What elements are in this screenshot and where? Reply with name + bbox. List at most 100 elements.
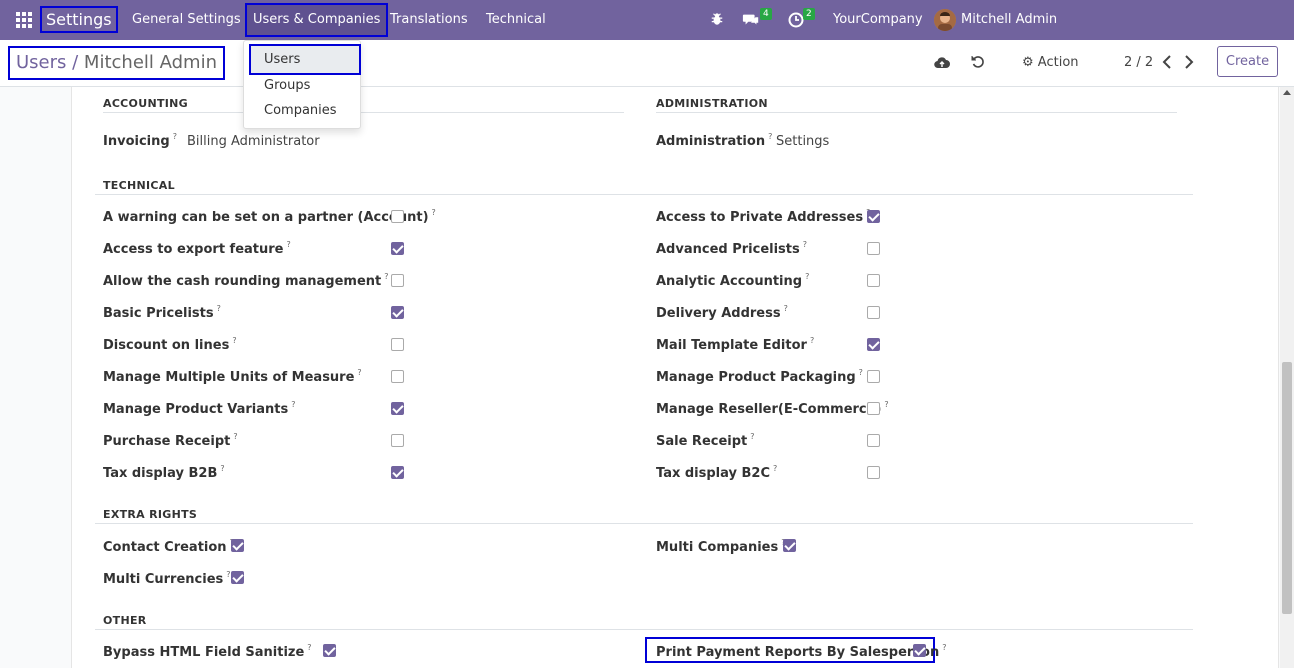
left-technical-checkbox[interactable] bbox=[391, 274, 404, 287]
multi-companies-checkbox[interactable] bbox=[783, 539, 796, 552]
right-technical-checkbox[interactable] bbox=[867, 434, 880, 447]
left-technical-checkbox[interactable] bbox=[391, 370, 404, 383]
menu-users-companies[interactable]: Users & Companies bbox=[245, 3, 389, 37]
activity-clock-icon[interactable] bbox=[788, 12, 804, 28]
divider bbox=[656, 112, 1177, 113]
chat-icon[interactable] bbox=[742, 12, 760, 28]
left-technical-checkbox[interactable] bbox=[391, 210, 404, 223]
company-switcher[interactable]: YourCompany bbox=[833, 0, 923, 40]
right-technical-checkbox[interactable] bbox=[867, 338, 880, 351]
activity-count-badge: 2 bbox=[803, 8, 815, 20]
breadcrumb: Users / Mitchell Admin bbox=[8, 46, 225, 80]
top-navbar: Settings General Settings Users & Compan… bbox=[0, 0, 1294, 67]
user-avatar[interactable] bbox=[934, 9, 956, 31]
scroll-up-arrow-icon[interactable] bbox=[1283, 90, 1291, 95]
left-label: Discount on lines? bbox=[103, 336, 237, 353]
left-technical-checkbox[interactable] bbox=[391, 242, 404, 255]
bug-icon[interactable] bbox=[710, 12, 724, 26]
help-icon: ? bbox=[750, 432, 755, 441]
right-label: Sale Receipt? bbox=[656, 432, 755, 449]
breadcrumb-current: Mitchell Admin bbox=[83, 52, 217, 73]
left-technical-checkbox[interactable] bbox=[391, 434, 404, 447]
help-icon: ? bbox=[286, 240, 291, 249]
help-icon: ? bbox=[884, 400, 889, 409]
left-technical-checkbox[interactable] bbox=[391, 338, 404, 351]
help-icon: ? bbox=[768, 132, 773, 141]
right-label: Manage Reseller(E-Commerce)? bbox=[656, 400, 889, 417]
multi-currencies-label: Multi Currencies? bbox=[103, 570, 231, 587]
invoicing-value[interactable]: Billing Administrator bbox=[187, 134, 320, 149]
breadcrumb-parent[interactable]: Users bbox=[16, 52, 66, 73]
chevron-left-icon[interactable] bbox=[1162, 55, 1172, 69]
breadcrumb-separator: / bbox=[66, 52, 84, 73]
save-cloud-icon[interactable] bbox=[934, 56, 950, 69]
multi-currencies-checkbox[interactable] bbox=[231, 571, 244, 584]
right-label: Tax display B2C? bbox=[656, 464, 778, 481]
action-menu-button[interactable]: ⚙ Action bbox=[1022, 53, 1079, 73]
left-label: Access to export feature? bbox=[103, 240, 291, 257]
right-technical-checkbox[interactable] bbox=[867, 466, 880, 479]
chat-count-badge: 4 bbox=[760, 8, 772, 20]
create-button[interactable]: Create bbox=[1217, 46, 1278, 77]
help-icon: ? bbox=[216, 304, 221, 313]
right-technical-checkbox[interactable] bbox=[867, 274, 880, 287]
help-icon: ? bbox=[809, 336, 815, 345]
help-icon: ? bbox=[942, 643, 947, 652]
right-label: Access to Private Addresses? bbox=[656, 208, 870, 225]
dropdown-item-groups[interactable]: Groups bbox=[264, 78, 310, 93]
right-technical-checkbox[interactable] bbox=[867, 402, 880, 415]
left-label: Allow the cash rounding management? bbox=[103, 272, 389, 289]
menu-general-settings[interactable]: General Settings bbox=[132, 0, 241, 40]
scrollbar-thumb[interactable] bbox=[1282, 362, 1292, 614]
divider bbox=[95, 629, 1193, 630]
menu-translations[interactable]: Translations bbox=[390, 0, 468, 40]
print-payment-reports-label: Print Payment Reports By Salesperson? bbox=[656, 643, 947, 660]
action-label: Action bbox=[1037, 55, 1079, 70]
right-technical-checkbox[interactable] bbox=[867, 210, 880, 223]
app-brand[interactable]: Settings bbox=[40, 6, 118, 33]
apps-grid-icon[interactable] bbox=[16, 12, 32, 28]
dropdown-item-companies[interactable]: Companies bbox=[264, 103, 337, 118]
divider bbox=[95, 523, 1193, 524]
print-payment-reports-checkbox[interactable] bbox=[913, 644, 926, 657]
section-title-technical: TECHNICAL bbox=[103, 179, 175, 192]
divider bbox=[95, 194, 1193, 195]
help-icon: ? bbox=[233, 432, 238, 441]
right-label: Mail Template Editor? bbox=[656, 336, 815, 353]
dropdown-item-users[interactable]: Users bbox=[249, 44, 361, 75]
left-label: Purchase Receipt? bbox=[103, 432, 238, 449]
right-label: Analytic Accounting? bbox=[656, 272, 810, 289]
help-icon: ? bbox=[226, 570, 231, 579]
administration-value[interactable]: Settings bbox=[776, 134, 829, 149]
discard-undo-icon[interactable] bbox=[971, 55, 985, 69]
help-icon: ? bbox=[220, 464, 225, 473]
section-title-other: OTHER bbox=[103, 614, 147, 627]
help-icon: ? bbox=[172, 132, 177, 141]
help-icon: ? bbox=[431, 208, 436, 217]
divider bbox=[103, 112, 624, 113]
chevron-right-icon[interactable] bbox=[1184, 55, 1194, 69]
right-label: Manage Product Packaging? bbox=[656, 368, 863, 385]
left-label: Basic Pricelists? bbox=[103, 304, 221, 321]
right-technical-checkbox[interactable] bbox=[867, 242, 880, 255]
contact-creation-label: Contact Creation? bbox=[103, 538, 234, 555]
right-technical-checkbox[interactable] bbox=[867, 306, 880, 319]
contact-creation-checkbox[interactable] bbox=[231, 539, 244, 552]
bypass-html-checkbox[interactable] bbox=[323, 644, 336, 657]
left-technical-checkbox[interactable] bbox=[391, 466, 404, 479]
pager-value[interactable]: 2 / 2 bbox=[1124, 53, 1153, 73]
right-label: Delivery Address? bbox=[656, 304, 788, 321]
help-icon: ? bbox=[858, 368, 863, 377]
left-technical-checkbox[interactable] bbox=[391, 306, 404, 319]
right-technical-checkbox[interactable] bbox=[867, 370, 880, 383]
gear-icon: ⚙ bbox=[1022, 55, 1034, 70]
help-icon: ? bbox=[307, 643, 312, 652]
left-technical-checkbox[interactable] bbox=[391, 402, 404, 415]
help-icon: ? bbox=[805, 272, 810, 281]
help-icon: ? bbox=[357, 368, 362, 377]
left-label: Manage Multiple Units of Measure? bbox=[103, 368, 362, 385]
section-title-extra-rights: EXTRA RIGHTS bbox=[103, 508, 198, 521]
administration-label: Administration? bbox=[656, 132, 773, 149]
menu-technical[interactable]: Technical bbox=[486, 0, 546, 40]
users-companies-dropdown: Users Groups Companies bbox=[243, 40, 361, 129]
